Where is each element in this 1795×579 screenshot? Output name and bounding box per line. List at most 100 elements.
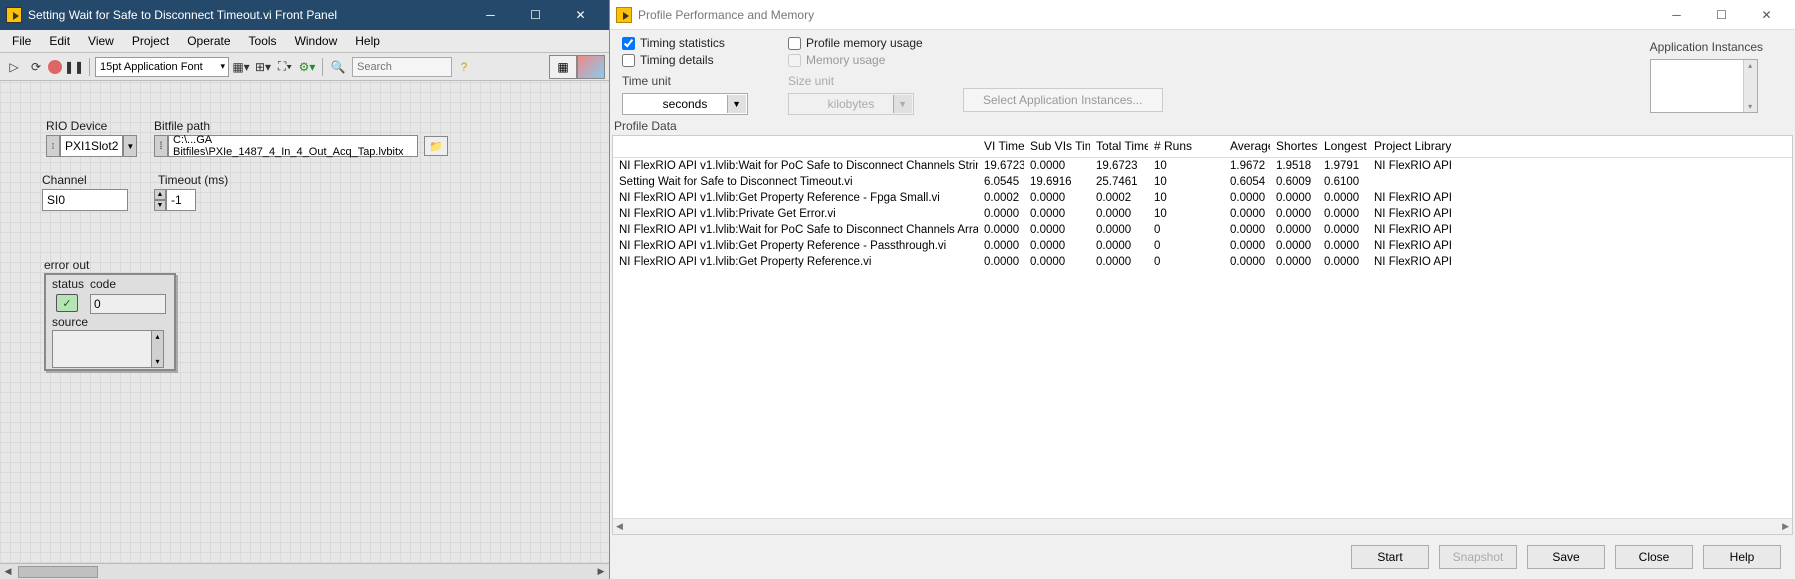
menu-edit[interactable]: Edit xyxy=(41,32,78,50)
profile-data-label: Profile Data xyxy=(612,115,1795,135)
front-panel-window: Setting Wait for Safe to Disconnect Time… xyxy=(0,0,610,579)
reorder-button[interactable]: ⚙▾ xyxy=(297,57,317,77)
table-row[interactable]: NI FlexRIO API v1.lvlib:Get Property Ref… xyxy=(613,190,1792,206)
size-unit-combo: kilobytes▼ xyxy=(788,93,914,115)
window-title-left: Setting Wait for Safe to Disconnect Time… xyxy=(28,8,468,22)
col-shortest[interactable]: Shortest xyxy=(1270,136,1318,157)
bitfile-path-label: Bitfile path xyxy=(154,119,210,133)
code-indicator: 0 xyxy=(90,294,166,314)
status-label: status xyxy=(52,277,84,291)
search-icon[interactable]: 🔍 xyxy=(328,57,348,77)
options-row: Timing statistics Timing details Time un… xyxy=(610,30,1795,115)
timeout-label: Timeout (ms) xyxy=(158,173,228,187)
pause-button[interactable]: ❚❚ xyxy=(64,57,84,77)
menu-operate[interactable]: Operate xyxy=(179,32,238,50)
titlebar-right[interactable]: Profile Performance and Memory ─ ☐ ✕ xyxy=(610,0,1795,30)
align-button[interactable]: ▦▾ xyxy=(231,57,251,77)
profile-memory-checkbox[interactable]: Profile memory usage xyxy=(788,36,923,50)
path-type-icon[interactable]: ⁞ xyxy=(154,135,168,157)
col-longest[interactable]: Longest xyxy=(1318,136,1368,157)
rio-device-control[interactable]: ⁞ PXI1Slot2 ▼ xyxy=(46,135,137,157)
table-row[interactable]: NI FlexRIO API v1.lvlib:Get Property Ref… xyxy=(613,238,1792,254)
distribute-button[interactable]: ⊞▾ xyxy=(253,57,273,77)
help-icon[interactable]: ? xyxy=(454,57,474,77)
time-unit-label: Time unit xyxy=(622,74,748,88)
browse-button[interactable]: 📁 xyxy=(424,136,448,156)
grid-icon-pane[interactable]: ▦ xyxy=(549,55,577,79)
table-row[interactable]: NI FlexRIO API v1.lvlib:Wait for PoC Saf… xyxy=(613,158,1792,174)
maximize-button[interactable]: ☐ xyxy=(1699,0,1744,30)
bitfile-path-control[interactable]: ⁞ C:\...GA Bitfiles\PXIe_1487_4_In_4_Out… xyxy=(154,135,448,157)
abort-button[interactable] xyxy=(48,60,62,74)
search-input[interactable] xyxy=(352,57,452,77)
dropdown-icon[interactable]: ▼ xyxy=(123,135,137,157)
io-picker-icon[interactable]: ⁞ xyxy=(46,135,60,157)
menu-view[interactable]: View xyxy=(80,32,122,50)
table-row[interactable]: NI FlexRIO API v1.lvlib:Private Get Erro… xyxy=(613,206,1792,222)
col-runs[interactable]: # Runs xyxy=(1148,136,1224,157)
button-row: Start Snapshot Save Close Help xyxy=(610,535,1795,579)
numeric-spinner[interactable]: ▲▼ xyxy=(154,189,166,211)
table-row[interactable]: NI FlexRIO API v1.lvlib:Get Property Ref… xyxy=(613,254,1792,270)
col-average[interactable]: Average xyxy=(1224,136,1270,157)
source-scrollbar[interactable]: ▴▾ xyxy=(151,331,163,367)
time-unit-combo[interactable]: seconds▼ xyxy=(622,93,748,115)
close-button[interactable]: ✕ xyxy=(1744,0,1789,30)
maximize-button[interactable]: ☐ xyxy=(513,0,558,30)
titlebar-left[interactable]: Setting Wait for Safe to Disconnect Time… xyxy=(0,0,609,30)
start-button[interactable]: Start xyxy=(1351,545,1429,569)
menubar: File Edit View Project Operate Tools Win… xyxy=(0,30,609,53)
labview-icon xyxy=(616,7,632,23)
status-indicator xyxy=(56,294,78,312)
help-button[interactable]: Help xyxy=(1703,545,1781,569)
run-continuous-button[interactable]: ⟳ xyxy=(26,57,46,77)
menu-window[interactable]: Window xyxy=(287,32,346,50)
col-name[interactable] xyxy=(613,136,978,157)
rio-device-value: PXI1Slot2 xyxy=(60,135,123,157)
close-button[interactable]: Close xyxy=(1615,545,1693,569)
menu-project[interactable]: Project xyxy=(124,32,177,50)
channel-label: Channel xyxy=(42,173,87,187)
col-sub-time[interactable]: Sub VIs Time xyxy=(1024,136,1090,157)
table-body[interactable]: NI FlexRIO API v1.lvlib:Wait for PoC Saf… xyxy=(613,158,1792,518)
error-out-label: error out xyxy=(44,258,89,272)
timeout-value[interactable]: -1 xyxy=(166,189,196,211)
col-total-time[interactable]: Total Time xyxy=(1090,136,1148,157)
rio-device-label: RIO Device xyxy=(46,119,107,133)
run-button[interactable]: ▷ xyxy=(4,57,24,77)
size-unit-label: Size unit xyxy=(788,74,923,88)
menu-tools[interactable]: Tools xyxy=(241,32,285,50)
table-row[interactable]: Setting Wait for Safe to Disconnect Time… xyxy=(613,174,1792,190)
front-panel-canvas[interactable]: RIO Device ⁞ PXI1Slot2 ▼ Bitfile path ⁞ … xyxy=(0,81,609,563)
source-label: source xyxy=(52,315,88,329)
col-vi-time[interactable]: VI Time xyxy=(978,136,1024,157)
timing-statistics-checkbox[interactable]: Timing statistics xyxy=(622,36,748,50)
save-button[interactable]: Save xyxy=(1527,545,1605,569)
memory-usage-checkbox: Memory usage xyxy=(788,53,923,67)
table-horizontal-scrollbar[interactable]: ◀▶ xyxy=(613,518,1792,534)
timeout-control[interactable]: ▲▼ -1 xyxy=(154,189,196,211)
col-library[interactable]: Project Library xyxy=(1368,136,1792,157)
timing-details-checkbox[interactable]: Timing details xyxy=(622,53,748,67)
source-indicator: ▴▾ xyxy=(52,330,164,368)
horizontal-scrollbar-left[interactable]: ◀▶ xyxy=(0,563,609,579)
listbox-scrollbar[interactable]: ▴▾ xyxy=(1743,60,1757,112)
minimize-button[interactable]: ─ xyxy=(468,0,513,30)
font-selector[interactable]: 15pt Application Font xyxy=(95,57,229,77)
labview-icon xyxy=(6,7,22,23)
snapshot-button: Snapshot xyxy=(1439,545,1517,569)
menu-help[interactable]: Help xyxy=(347,32,388,50)
resize-button[interactable]: ⛶▾ xyxy=(275,57,295,77)
connector-pane-icon[interactable] xyxy=(577,55,605,79)
app-instances-listbox[interactable]: ▴▾ xyxy=(1650,59,1758,113)
channel-control[interactable]: SI0 xyxy=(42,189,128,211)
table-header[interactable]: VI Time Sub VIs Time Total Time # Runs A… xyxy=(613,136,1792,158)
close-button[interactable]: ✕ xyxy=(558,0,603,30)
error-out-cluster: status code 0 source ▴▾ xyxy=(44,273,176,371)
table-row[interactable]: NI FlexRIO API v1.lvlib:Wait for PoC Saf… xyxy=(613,222,1792,238)
menu-file[interactable]: File xyxy=(4,32,39,50)
minimize-button[interactable]: ─ xyxy=(1654,0,1699,30)
window-title-right: Profile Performance and Memory xyxy=(638,8,1654,22)
bitfile-path-value[interactable]: C:\...GA Bitfiles\PXIe_1487_4_In_4_Out_A… xyxy=(168,135,418,157)
code-label: code xyxy=(90,277,116,291)
